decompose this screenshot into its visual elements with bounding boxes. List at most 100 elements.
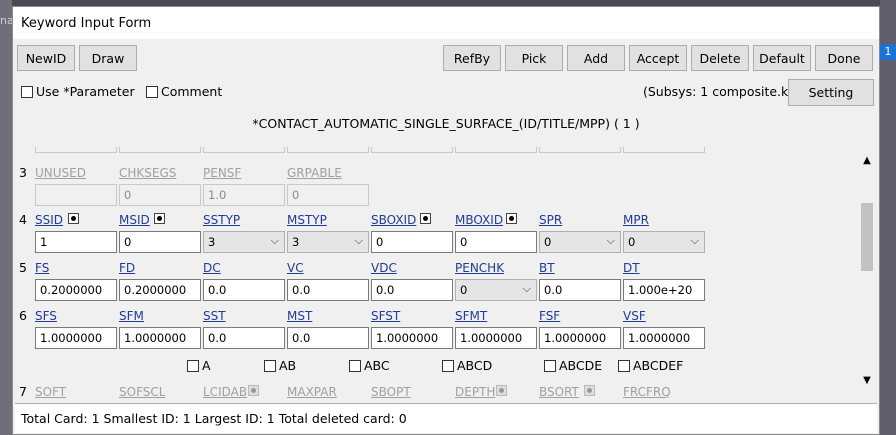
field-label-sfs[interactable]: SFS: [35, 309, 57, 323]
optional-card-ab-checkbox[interactable]: [264, 360, 276, 372]
done-button[interactable]: Done: [815, 45, 873, 71]
field-label-sfmt[interactable]: SFMT: [455, 309, 487, 323]
field-label-sfst[interactable]: SFST: [371, 309, 400, 323]
card6-number: 6: [19, 308, 27, 323]
field-label-mpr[interactable]: MPR: [623, 213, 649, 227]
msid-pick-icon[interactable]: [154, 213, 165, 224]
field-label-spr[interactable]: SPR: [539, 213, 562, 227]
field-label-depth: DEPTH: [455, 385, 496, 399]
optional-card-ab-label: AB: [279, 358, 297, 373]
background-left-area: [0, 0, 12, 435]
accept-button[interactable]: Accept: [629, 45, 687, 71]
optional-card-abcdef-checkbox[interactable]: [618, 360, 630, 372]
sst-input[interactable]: 0.0: [203, 327, 285, 349]
status-text: Total Card: 1 Smallest ID: 1 Largest ID:…: [21, 411, 407, 426]
delete-button[interactable]: Delete: [691, 45, 749, 71]
sboxid-pick-icon[interactable]: [420, 213, 431, 224]
sboxid-input[interactable]: 0: [371, 231, 453, 253]
window-title: Keyword Input Form: [21, 16, 152, 31]
scroll-thumb[interactable]: [861, 203, 873, 271]
card2-field-4: [287, 147, 369, 153]
field-label-frcfrq: FRCFRQ: [623, 385, 671, 399]
vdc-input[interactable]: 0.0: [371, 279, 453, 301]
newid-button[interactable]: NewID: [17, 45, 75, 71]
sfm-input[interactable]: 1.0000000: [119, 327, 201, 349]
refby-button[interactable]: RefBy: [443, 45, 501, 71]
setting-button[interactable]: Setting: [788, 79, 874, 106]
field-label-dt[interactable]: DT: [623, 261, 640, 275]
sstyp-select[interactable]: 3 ⌵: [203, 231, 285, 253]
scroll-down-icon[interactable]: ▼: [857, 375, 877, 389]
mboxid-pick-icon[interactable]: [506, 213, 517, 224]
field-label-bt[interactable]: BT: [539, 261, 555, 275]
chevron-down-icon: ⌵: [606, 234, 615, 247]
keyword-input-form-window: Keyword Input Form NewID Draw RefBy Pick…: [12, 6, 880, 435]
optional-card-abcde-checkbox[interactable]: [544, 360, 556, 372]
draw-button[interactable]: Draw: [79, 45, 137, 71]
mst-input[interactable]: 0.0: [287, 327, 369, 349]
mboxid-input[interactable]: 0: [455, 231, 537, 253]
field-label-msid[interactable]: MSID: [119, 213, 150, 227]
field-label-penchk[interactable]: PENCHK: [455, 261, 504, 275]
sfmt-input[interactable]: 1.0000000: [455, 327, 537, 349]
scroll-up-icon[interactable]: ▲: [857, 155, 877, 169]
card2-field-3: [203, 147, 285, 153]
fs-input[interactable]: 0.2000000: [35, 279, 117, 301]
mpr-value: 0: [628, 235, 636, 249]
field-label-mstyp[interactable]: MSTYP: [287, 213, 327, 227]
field-label-fd[interactable]: FD: [119, 261, 135, 275]
optional-card-abcd-checkbox[interactable]: [442, 360, 454, 372]
pensf-field: 1.0: [203, 184, 285, 206]
background-right-area: [880, 0, 896, 435]
field-label-maxpar: MAXPAR: [287, 385, 337, 399]
field-label-sstyp[interactable]: SSTYP: [203, 213, 240, 227]
chevron-down-icon: ⌵: [354, 234, 363, 247]
subsys-label: (Subsys: 1 composite.k): [643, 84, 794, 99]
penchk-value: 0: [460, 283, 468, 297]
spr-value: 0: [544, 235, 552, 249]
use-parameter-checkbox[interactable]: [21, 86, 33, 98]
sfs-input[interactable]: 1.0000000: [35, 327, 117, 349]
comment-checkbox[interactable]: [146, 86, 158, 98]
field-label-ssid[interactable]: SSID: [35, 213, 63, 227]
optional-card-abc-checkbox[interactable]: [349, 360, 361, 372]
optional-card-abc-label: ABC: [364, 358, 390, 373]
pick-button[interactable]: Pick: [505, 45, 563, 71]
mpr-select[interactable]: 0 ⌵: [623, 231, 705, 253]
fsf-input[interactable]: 1.0000000: [539, 327, 621, 349]
field-label-mboxid[interactable]: MBOXID: [455, 213, 503, 227]
field-label-sst[interactable]: SST: [203, 309, 226, 323]
field-label-sboxid[interactable]: SBOXID: [371, 213, 416, 227]
vc-input[interactable]: 0.0: [287, 279, 369, 301]
field-label-vdc[interactable]: VDC: [371, 261, 397, 275]
field-label-dc[interactable]: DC: [203, 261, 221, 275]
card-fields-panel: 3 UNUSED CHKSEGS PENSF GRPABLE 0 1.0 0 4…: [17, 147, 855, 402]
msid-input[interactable]: 0: [119, 231, 201, 253]
default-button[interactable]: Default: [753, 45, 811, 71]
optional-card-a-label: A: [202, 358, 211, 373]
mstyp-select[interactable]: 3 ⌵: [287, 231, 369, 253]
optional-card-abcd-label: ABCD: [457, 358, 493, 373]
field-label-vsf[interactable]: VSF: [623, 309, 646, 323]
sfst-input[interactable]: 1.0000000: [371, 327, 453, 349]
field-label-sfm[interactable]: SFM: [119, 309, 144, 323]
field-label-mst[interactable]: MST: [287, 309, 312, 323]
fd-input[interactable]: 0.2000000: [119, 279, 201, 301]
card2-field-2: [119, 147, 201, 153]
dt-input[interactable]: 1.000e+20: [623, 279, 705, 301]
field-label-vc[interactable]: VC: [287, 261, 304, 275]
spr-select[interactable]: 0 ⌵: [539, 231, 621, 253]
status-bar: Total Card: 1 Smallest ID: 1 Largest ID:…: [15, 403, 877, 433]
mstyp-value: 3: [292, 235, 300, 249]
bt-input[interactable]: 0.0: [539, 279, 621, 301]
field-label-fs[interactable]: FS: [35, 261, 49, 275]
ssid-input[interactable]: 1: [35, 231, 117, 253]
vertical-scrollbar[interactable]: ▲ ▼: [857, 147, 877, 402]
optional-card-a-checkbox[interactable]: [187, 360, 199, 372]
field-label-fsf[interactable]: FSF: [539, 309, 560, 323]
vsf-input[interactable]: 1.0000000: [623, 327, 705, 349]
ssid-pick-icon[interactable]: [68, 213, 79, 224]
penchk-select[interactable]: 0 ⌵: [455, 279, 537, 301]
dc-input[interactable]: 0.0: [203, 279, 285, 301]
add-button[interactable]: Add: [567, 45, 625, 71]
